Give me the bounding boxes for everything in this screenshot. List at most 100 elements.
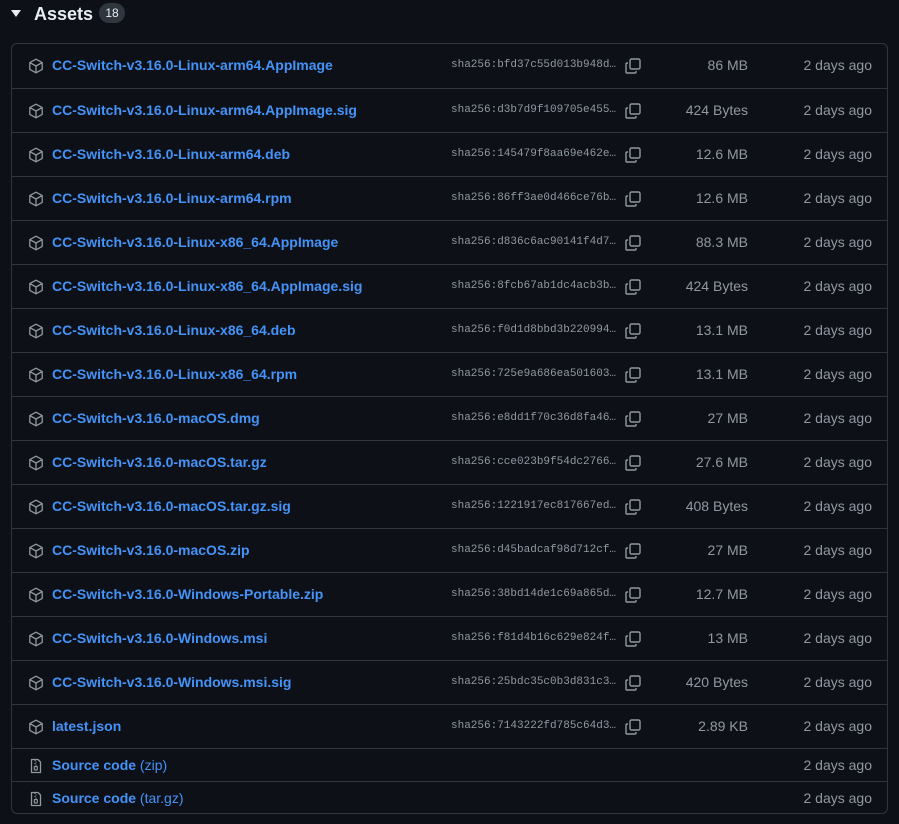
asset-name-link[interactable]: CC-Switch-v3.16.0-Linux-arm64.AppImage — [52, 57, 333, 73]
asset-row: CC-Switch-v3.16.0-Linux-x86_64.rpm sha256… — [12, 352, 887, 396]
package-icon — [28, 323, 44, 339]
copy-icon[interactable] — [624, 542, 642, 560]
asset-sha256: sha256:bfd37c55d013b948d… — [451, 59, 617, 71]
asset-size: 86 MB — [707, 57, 748, 73]
asset-name-link[interactable]: CC-Switch-v3.16.0-Windows-Portable.zip — [52, 586, 323, 602]
asset-size: 27 MB — [707, 410, 748, 426]
copy-icon[interactable] — [624, 498, 642, 516]
asset-size: 408 Bytes — [685, 498, 748, 514]
asset-date: 2 days ago — [803, 102, 873, 118]
asset-date: 2 days ago — [803, 278, 873, 294]
source-code-date: 2 days ago — [803, 789, 873, 806]
assets-title: Assets — [34, 4, 94, 24]
asset-name-link[interactable]: CC-Switch-v3.16.0-Linux-arm64.rpm — [52, 190, 292, 206]
copy-icon[interactable] — [624, 190, 642, 208]
asset-sha256: sha256:1221917ec817667ed… — [451, 500, 617, 512]
asset-name-link[interactable]: CC-Switch-v3.16.0-macOS.tar.gz — [52, 454, 267, 470]
asset-row: CC-Switch-v3.16.0-macOS.zip sha256:d45bad… — [12, 528, 887, 572]
asset-size: 27.6 MB — [695, 454, 748, 470]
asset-row: CC-Switch-v3.16.0-Linux-x86_64.deb sha256… — [12, 308, 887, 352]
triangle-down-icon[interactable] — [10, 7, 22, 19]
asset-name-link[interactable]: CC-Switch-v3.16.0-Linux-x86_64.deb — [52, 322, 296, 338]
asset-size: 424 Bytes — [685, 278, 748, 294]
source-code-label: Source code — [52, 789, 137, 806]
asset-sha256: sha256:25bdc35c0b3d831c3… — [451, 676, 617, 688]
assets-list: CC-Switch-v3.16.0-Linux-arm64.AppImage sh… — [11, 43, 888, 814]
file-zip-icon — [28, 758, 44, 774]
asset-date: 2 days ago — [803, 542, 873, 558]
package-icon — [28, 235, 44, 251]
asset-date: 2 days ago — [803, 146, 873, 162]
asset-date: 2 days ago — [803, 57, 873, 73]
package-icon — [28, 455, 44, 471]
asset-name-link[interactable]: CC-Switch-v3.16.0-Linux-x86_64.AppImage.… — [52, 278, 362, 294]
asset-size: 13.1 MB — [695, 366, 748, 382]
asset-sha256: sha256:d45badcaf98d712cf… — [451, 544, 617, 556]
asset-name-link[interactable]: CC-Switch-v3.16.0-Windows.msi.sig — [52, 674, 291, 690]
asset-name-link[interactable]: CC-Switch-v3.16.0-macOS.tar.gz.sig — [52, 498, 291, 514]
asset-size: 2.89 KB — [698, 718, 748, 734]
asset-row: CC-Switch-v3.16.0-Linux-x86_64.AppImage.… — [12, 264, 887, 308]
copy-icon[interactable] — [624, 322, 642, 340]
asset-date: 2 days ago — [803, 674, 873, 690]
copy-icon[interactable] — [624, 278, 642, 296]
copy-icon[interactable] — [624, 366, 642, 384]
copy-icon[interactable] — [624, 234, 642, 252]
assets-header: Assets 18 — [0, 0, 899, 30]
package-icon — [28, 279, 44, 295]
asset-date: 2 days ago — [803, 410, 873, 426]
asset-name-link[interactable]: CC-Switch-v3.16.0-Windows.msi — [52, 630, 267, 646]
asset-sha256: sha256:8fcb67ab1dc4acb3b… — [451, 280, 617, 292]
asset-row: CC-Switch-v3.16.0-macOS.tar.gz sha256:cce… — [12, 440, 887, 484]
asset-size: 88.3 MB — [695, 234, 748, 250]
source-code-link[interactable]: Source code (zip) — [52, 757, 167, 773]
copy-icon[interactable] — [624, 410, 642, 428]
asset-sha256: sha256:f81d4b16c629e824f… — [451, 632, 617, 644]
asset-sha256: sha256:725e9a686ea501603… — [451, 368, 617, 380]
asset-sha256: sha256:e8dd1f70c36d8fa46… — [451, 412, 617, 424]
asset-date: 2 days ago — [803, 630, 873, 646]
copy-icon[interactable] — [624, 57, 642, 75]
assets-count-badge: 18 — [99, 3, 125, 23]
copy-icon[interactable] — [624, 674, 642, 692]
copy-icon[interactable] — [624, 718, 642, 736]
package-icon — [28, 191, 44, 207]
asset-name-link[interactable]: CC-Switch-v3.16.0-Linux-x86_64.AppImage — [52, 234, 338, 250]
asset-row: CC-Switch-v3.16.0-Linux-arm64.AppImage sh… — [12, 44, 887, 88]
asset-sha256: sha256:d836c6ac90141f4d7… — [451, 236, 617, 248]
package-icon — [28, 719, 44, 735]
copy-icon[interactable] — [624, 630, 642, 648]
asset-date: 2 days ago — [803, 718, 873, 734]
asset-name-link[interactable]: CC-Switch-v3.16.0-macOS.dmg — [52, 410, 260, 426]
asset-name-link[interactable]: CC-Switch-v3.16.0-Linux-x86_64.rpm — [52, 366, 297, 382]
copy-icon[interactable] — [624, 454, 642, 472]
source-code-date: 2 days ago — [803, 756, 873, 773]
asset-row: CC-Switch-v3.16.0-Linux-arm64.deb sha256:… — [12, 132, 887, 176]
asset-name-link[interactable]: CC-Switch-v3.16.0-macOS.zip — [52, 542, 250, 558]
source-code-ext: (zip) — [139, 756, 168, 773]
copy-icon[interactable] — [624, 586, 642, 604]
asset-name-link[interactable]: latest.json — [52, 718, 121, 734]
package-icon — [28, 58, 44, 74]
package-icon — [28, 543, 44, 559]
source-code-link[interactable]: Source code (tar.gz) — [52, 790, 184, 806]
source-code-row: Source code (zip) 2 days ago — [12, 748, 887, 781]
asset-row: CC-Switch-v3.16.0-Windows-Portable.zip sh… — [12, 572, 887, 616]
asset-size: 12.7 MB — [695, 586, 748, 602]
asset-size: 13 MB — [707, 630, 748, 646]
copy-icon[interactable] — [624, 102, 642, 120]
asset-row: CC-Switch-v3.16.0-Linux-arm64.rpm sha256:… — [12, 176, 887, 220]
package-icon — [28, 587, 44, 603]
copy-icon[interactable] — [624, 146, 642, 164]
package-icon — [28, 147, 44, 163]
asset-size: 420 Bytes — [685, 674, 748, 690]
asset-size: 13.1 MB — [695, 322, 748, 338]
package-icon — [28, 411, 44, 427]
asset-name-link[interactable]: CC-Switch-v3.16.0-Linux-arm64.AppImage.s… — [52, 102, 357, 118]
asset-date: 2 days ago — [803, 234, 873, 250]
source-code-row: Source code (tar.gz) 2 days ago — [12, 781, 887, 813]
package-icon — [28, 103, 44, 119]
asset-name-link[interactable]: CC-Switch-v3.16.0-Linux-arm64.deb — [52, 146, 290, 162]
asset-date: 2 days ago — [803, 190, 873, 206]
asset-size: 12.6 MB — [695, 190, 748, 206]
